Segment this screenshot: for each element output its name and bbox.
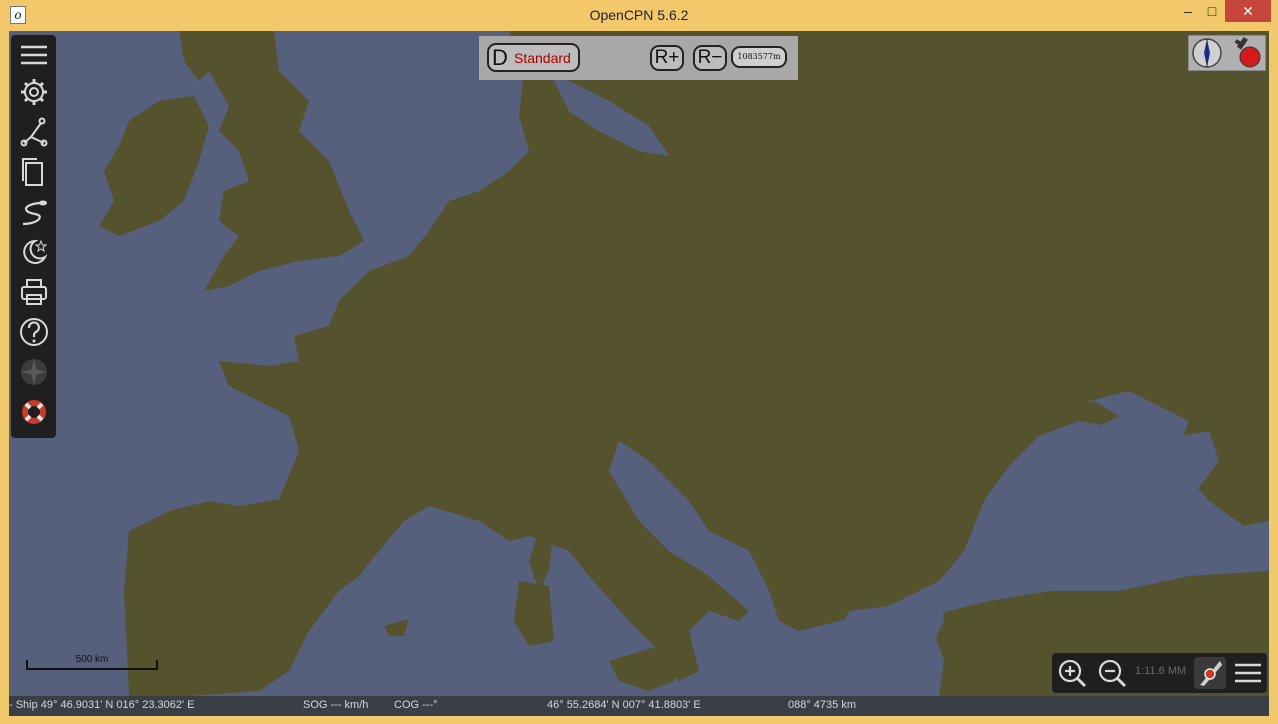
sicily-landmass: [609, 646, 689, 691]
toolbar-settings-button[interactable]: [17, 75, 51, 109]
sardinia-landmass: [514, 581, 554, 646]
range-readout: 1083577m: [731, 46, 787, 68]
toolbar-autofollow-button[interactable]: [17, 355, 51, 389]
minimize-button[interactable]: –: [1176, 0, 1200, 22]
toolbar-help-button[interactable]: [17, 315, 51, 349]
north-up-compass-icon: [1192, 38, 1222, 68]
hamburger-icon: [1235, 663, 1261, 683]
map-scale-bar: 500 km: [26, 654, 158, 670]
pages-icon: [22, 158, 43, 186]
display-category-button[interactable]: D Standard: [487, 43, 580, 72]
great-britain-landmass: [204, 31, 364, 291]
window-bottom-frame: [0, 716, 1278, 724]
chart-quilt-icon: [1200, 661, 1222, 686]
toolbar-route-manager-button[interactable]: [17, 155, 51, 189]
hamburger-icon: [21, 45, 47, 65]
moon-star-icon: [23, 239, 48, 264]
scale-bar-line: [26, 668, 156, 670]
range-plus-button[interactable]: R+: [650, 45, 684, 71]
track-icon: [22, 200, 47, 226]
zoom-out-icon: [1098, 659, 1127, 688]
scale-bar-tick-right: [156, 660, 158, 670]
cursor-bearing-distance: 088° 4735 km: [788, 699, 856, 711]
lifebuoy-icon: [22, 400, 46, 424]
chart-menu-button[interactable]: [1232, 657, 1264, 689]
scale-bar-tick-left: [26, 660, 28, 670]
printer-icon: [21, 279, 47, 305]
toolbar-color-scheme-button[interactable]: [17, 235, 51, 269]
landmass-layer: [9, 31, 1269, 696]
zoom-in-button[interactable]: [1056, 657, 1088, 689]
window-title: OpenCPN 5.6.2: [589, 7, 689, 23]
chart-toggle-button[interactable]: [1194, 657, 1226, 689]
maximize-button[interactable]: □: [1200, 0, 1224, 22]
balearic-landmass: [384, 619, 409, 636]
title-bar: o OpenCPN 5.6.2 – □ ✕: [0, 0, 1278, 31]
compass-rose-icon: [21, 359, 47, 385]
toolbar-menu-button[interactable]: [17, 38, 51, 72]
zoom-out-button[interactable]: [1096, 657, 1128, 689]
status-bar: - Ship 49° 46.9031' N 016° 23.3062' E SO…: [9, 696, 1269, 716]
course-over-ground: COG ---°: [394, 699, 438, 711]
ireland-landmass: [99, 96, 209, 236]
chart-canvas[interactable]: [9, 31, 1269, 696]
gear-icon: [21, 79, 47, 105]
toolbar-print-button[interactable]: [17, 275, 51, 309]
toolbar-route-button[interactable]: [17, 115, 51, 149]
cursor-position: 46° 55.2684' N 007° 41.8803' E: [547, 699, 701, 711]
zoom-control-bar: 1:11.6 MM: [1052, 653, 1267, 693]
display-category-label: Standard: [514, 50, 571, 66]
main-toolbar: [11, 35, 56, 438]
gps-status-icon: [1234, 36, 1261, 68]
chart-scale-readout: 1:11.6 MM: [1135, 665, 1187, 677]
display-mode-letter: D: [492, 45, 508, 70]
ship-position: - Ship 49° 46.9031' N 016° 23.3062' E: [9, 699, 195, 711]
compass-widget[interactable]: [1188, 35, 1266, 71]
range-minus-button[interactable]: R−: [693, 45, 727, 71]
toolbar-track-button[interactable]: [17, 195, 51, 229]
close-button[interactable]: ✕: [1225, 0, 1271, 22]
route-icon: [20, 117, 48, 147]
help-icon: [20, 318, 48, 346]
chart-display-bar: D Standard R+ R− 1083577m: [479, 36, 798, 80]
zoom-in-icon: [1058, 659, 1087, 688]
toolbar-mob-button[interactable]: [17, 395, 51, 429]
scale-bar-label: 500 km: [75, 654, 109, 665]
speed-over-ground: SOG --- km/h: [303, 699, 369, 711]
